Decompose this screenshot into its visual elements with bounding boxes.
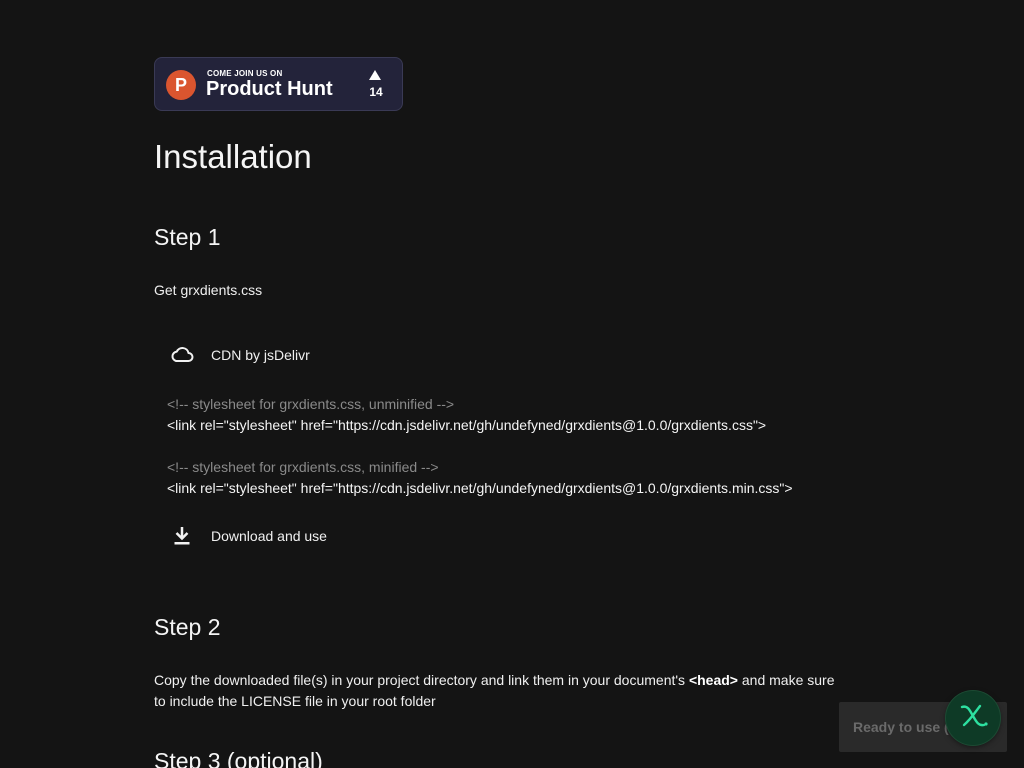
code-comment-unminified: <!-- stylesheet for grxdients.css, unmin… xyxy=(167,396,455,412)
cdn-option-label: CDN by jsDelivr xyxy=(211,347,310,363)
product-hunt-badge[interactable]: P COME JOIN US ON Product Hunt 14 xyxy=(154,57,403,111)
step2-text-after: and make sure xyxy=(737,672,835,688)
x-logo-icon xyxy=(956,701,990,736)
badge-big-text: Product Hunt xyxy=(206,78,333,100)
download-option[interactable]: Download and use xyxy=(170,524,327,548)
code-line-minified[interactable]: <link rel="stylesheet" href="https://cdn… xyxy=(167,480,793,496)
step1-heading: Step 1 xyxy=(154,224,221,250)
step2-text: Copy the downloaded file(s) in your proj… xyxy=(154,670,884,712)
download-icon xyxy=(170,524,196,548)
page-title: Installation xyxy=(154,138,312,175)
download-option-label: Download and use xyxy=(211,528,327,544)
page: P COME JOIN US ON Product Hunt 14 Instal… xyxy=(0,0,1024,768)
step2-heading: Step 2 xyxy=(154,614,221,640)
head-tag: <head> xyxy=(688,672,738,688)
step2-text-before: Copy the downloaded file(s) in your proj… xyxy=(154,672,689,688)
cloud-icon xyxy=(170,343,196,367)
floating-logo-button[interactable] xyxy=(946,691,1000,745)
cdn-option[interactable]: CDN by jsDelivr xyxy=(170,343,310,367)
code-comment-minified: <!-- stylesheet for grxdients.css, minif… xyxy=(167,459,439,475)
step2-text-line2: to include the LICENSE file in your root… xyxy=(154,693,436,709)
upvote-arrow-icon xyxy=(369,70,381,80)
step3-heading: Step 3 (optional) xyxy=(154,748,323,768)
step1-text: Get grxdients.css xyxy=(154,282,263,298)
badge-small-text: COME JOIN US ON xyxy=(207,69,283,78)
code-line-unminified[interactable]: <link rel="stylesheet" href="https://cdn… xyxy=(167,417,766,433)
upvote-count: 14 xyxy=(369,85,383,99)
product-hunt-logo-icon: P xyxy=(166,70,196,100)
